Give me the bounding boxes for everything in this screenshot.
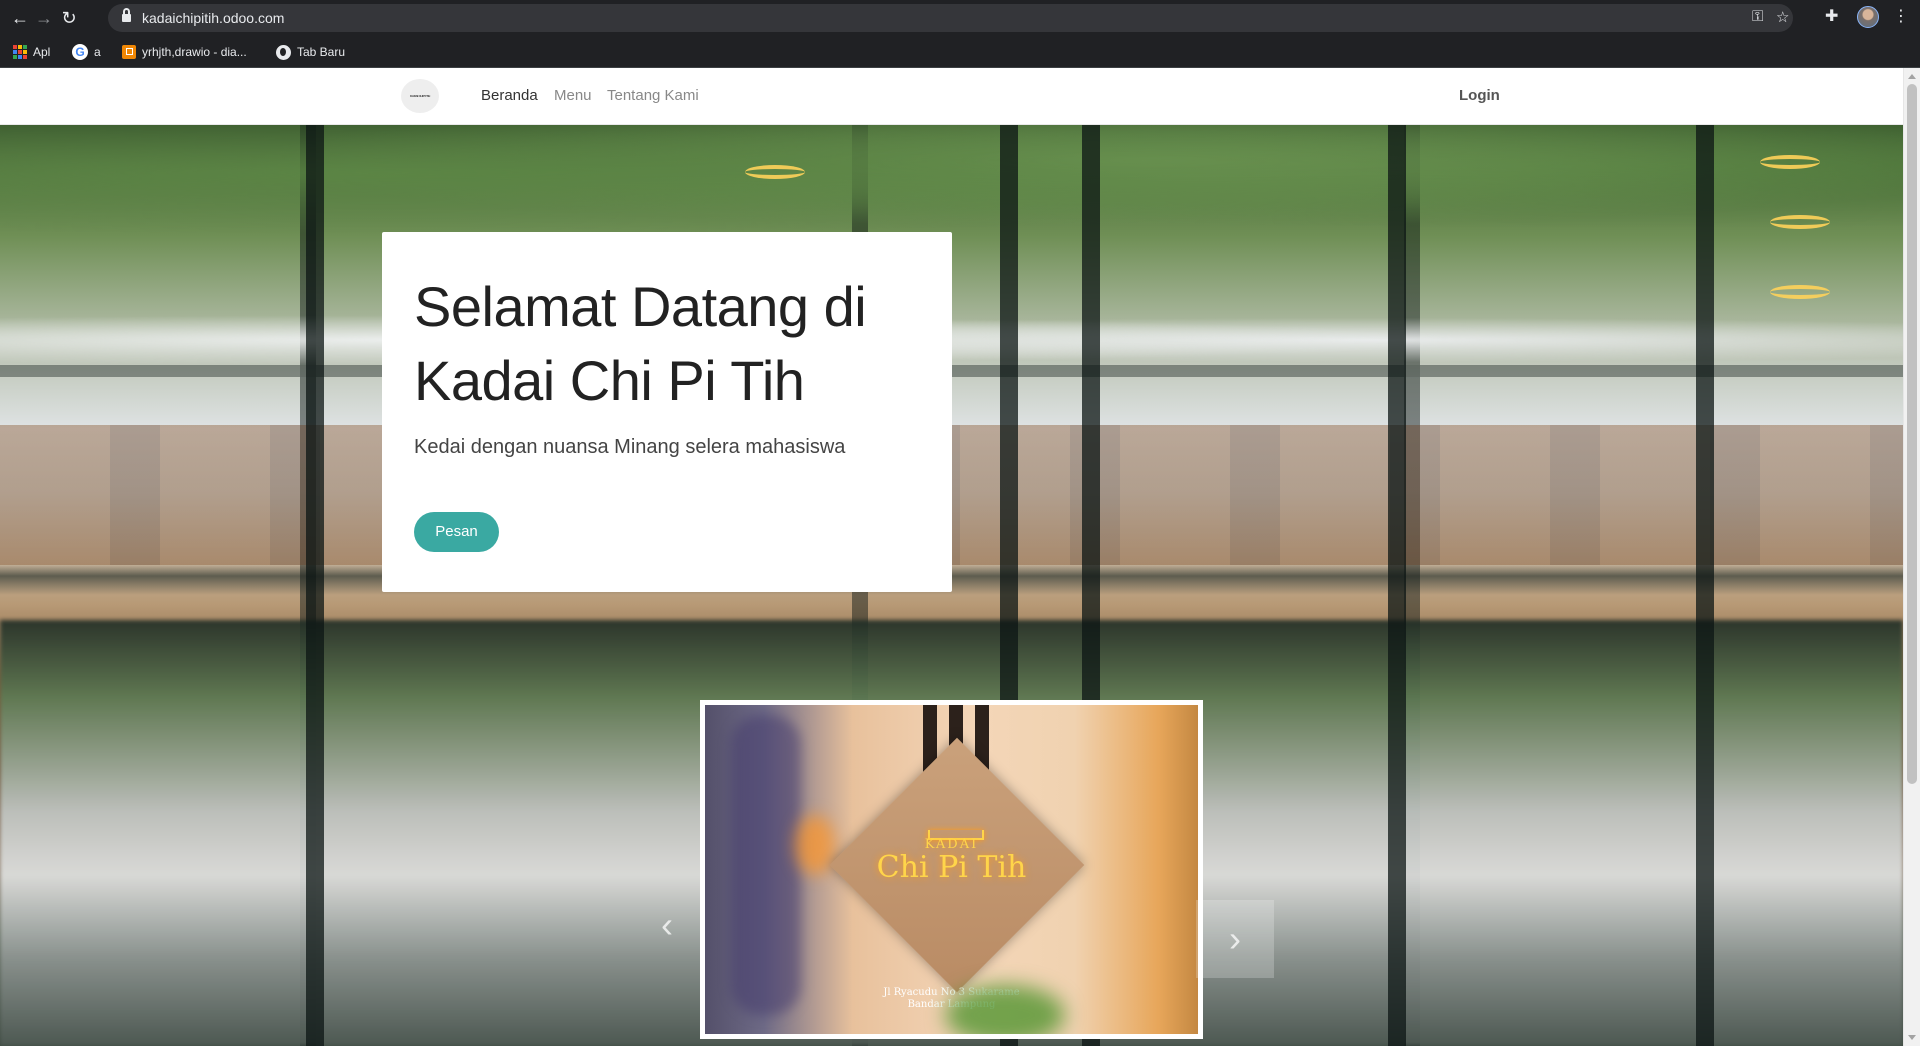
- hero-card: Selamat Datang di Kadai Chi Pi Tih Kedai…: [382, 232, 952, 592]
- url-text: kadaichipitih.odoo.com: [142, 10, 285, 26]
- neon-light: [1770, 215, 1830, 229]
- restaurant-sign-image: KADAI Chi Pi Tih Jl Ryacudu No 3 Sukaram…: [705, 705, 1198, 1034]
- apps-grid-icon: [13, 45, 27, 59]
- carousel-prev-arrow-icon[interactable]: ‹: [652, 900, 682, 950]
- window-frame: [1696, 125, 1714, 1046]
- sign-main-text: Chi Pi Tih: [876, 850, 1027, 885]
- scroll-thumb[interactable]: [1907, 84, 1917, 784]
- bookmark-apps[interactable]: Apl: [13, 43, 50, 61]
- nav-menu[interactable]: Menu: [554, 87, 592, 104]
- reload-icon[interactable]: ↻: [57, 6, 81, 30]
- bookmark-google[interactable]: G a: [72, 43, 101, 61]
- globe-icon: [276, 44, 291, 60]
- bookmark-label: yrhjth,drawio - dia...: [142, 45, 247, 59]
- back-arrow-icon[interactable]: ←: [8, 6, 32, 30]
- hero-subtitle: Kedai dengan nuansa Minang selera mahasi…: [414, 436, 846, 458]
- scroll-up-arrow-icon[interactable]: [1908, 74, 1916, 79]
- bookmark-label: a: [94, 45, 101, 59]
- nav-home[interactable]: Beranda: [481, 87, 538, 104]
- bookmarks-bar: Apl G a yrhjth,drawio - dia... Tab Baru: [0, 36, 1920, 68]
- site-logo[interactable]: KADAI CHI PI TIH: [401, 79, 439, 113]
- carousel-slide: KADAI Chi Pi Tih Jl Ryacudu No 3 Sukaram…: [700, 700, 1203, 1039]
- google-icon: G: [72, 44, 88, 60]
- scroll-down-arrow-icon[interactable]: [1908, 1035, 1916, 1040]
- sign-text: KADAI Chi Pi Tih: [705, 837, 1198, 885]
- bookmark-new-tab[interactable]: Tab Baru: [276, 43, 345, 61]
- site-header: KADAI CHI PI TIH Beranda Menu Tentang Ka…: [0, 68, 1903, 125]
- neon-light: [1760, 155, 1820, 169]
- address-line-1: Jl Ryacudu No 3 Sukarame: [883, 987, 1020, 998]
- extensions-icon[interactable]: ✚: [1825, 6, 1838, 26]
- neon-light: [1770, 285, 1830, 299]
- lock-icon: [122, 8, 131, 23]
- window-frame: [1388, 125, 1406, 1046]
- browser-toolbar: ← → ↻ kadaichipitih.odoo.com ⚿ ☆ ✚ ⋮: [0, 0, 1920, 36]
- window-frame: [306, 125, 324, 1046]
- login-link[interactable]: Login: [1459, 87, 1500, 104]
- kebab-menu-icon[interactable]: ⋮: [1893, 6, 1909, 26]
- hero-title: Selamat Datang di Kadai Chi Pi Tih: [414, 275, 867, 412]
- neon-light: [745, 165, 805, 179]
- address-bar[interactable]: kadaichipitih.odoo.com ⚿ ☆: [108, 4, 1793, 32]
- key-icon[interactable]: ⚿: [1752, 8, 1763, 25]
- nav-about[interactable]: Tentang Kami: [607, 87, 699, 104]
- vertical-scrollbar[interactable]: [1903, 68, 1920, 1046]
- bookmark-drawio[interactable]: yrhjth,drawio - dia...: [122, 43, 247, 61]
- profile-avatar[interactable]: [1857, 6, 1879, 28]
- page-viewport: KADAI CHI PI TIH Beranda Menu Tentang Ka…: [0, 68, 1920, 1046]
- drawio-icon: [122, 45, 136, 59]
- forward-arrow-icon[interactable]: →: [32, 6, 56, 30]
- background-trees: [0, 125, 1903, 245]
- order-button[interactable]: Pesan: [414, 512, 499, 552]
- star-icon[interactable]: ☆: [1776, 8, 1789, 26]
- carousel-next-arrow-icon[interactable]: ›: [1196, 900, 1274, 978]
- bookmark-label: Apl: [33, 45, 51, 59]
- logo-text: KADAI CHI PI TIH: [409, 94, 431, 98]
- bookmark-label: Tab Baru: [297, 45, 346, 59]
